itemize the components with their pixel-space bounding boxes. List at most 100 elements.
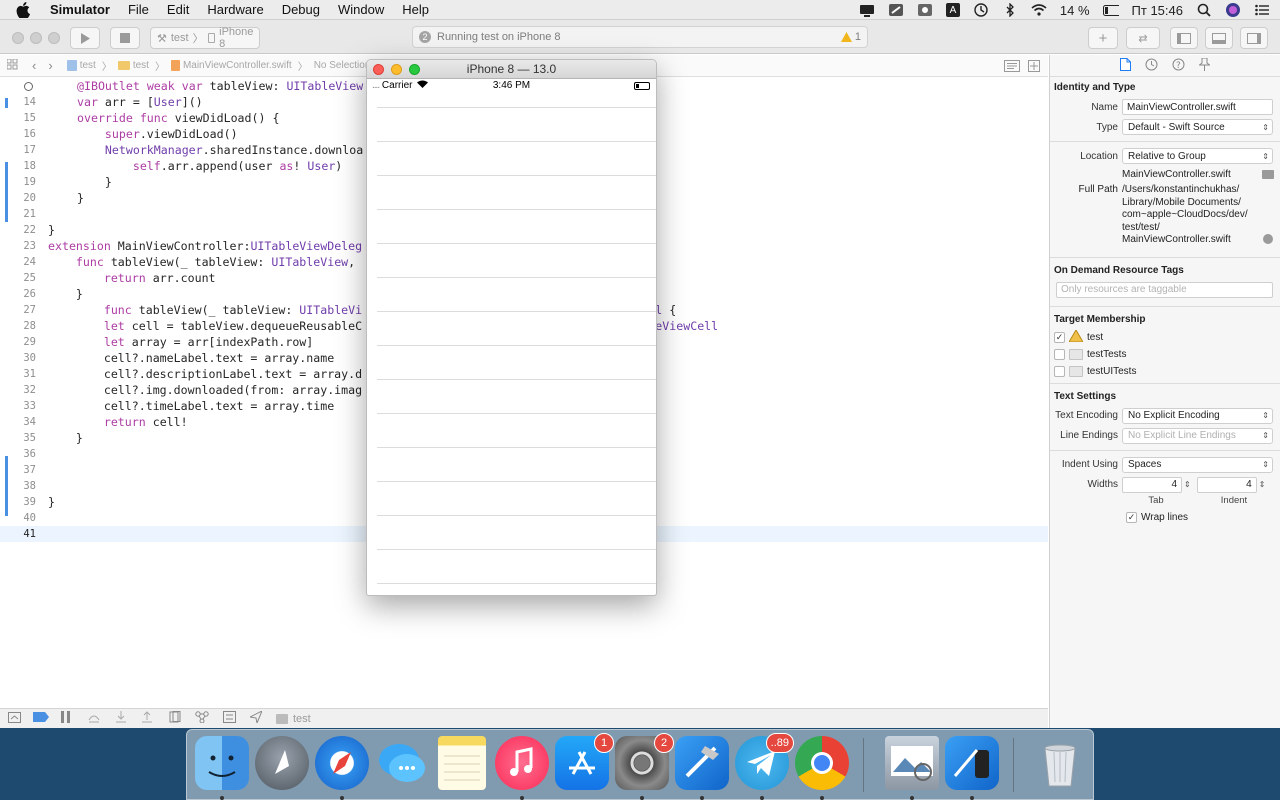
time-machine-icon[interactable] [973, 3, 989, 17]
line-number[interactable]: 37 [0, 462, 36, 478]
attributes-tab-icon[interactable] [1198, 57, 1211, 74]
menu-clock[interactable]: Пт 15:46 [1132, 3, 1183, 18]
history-inspector-tab-icon[interactable] [1145, 58, 1158, 74]
tools-icon[interactable] [888, 3, 904, 17]
toggle-navigator-button[interactable] [1170, 27, 1198, 49]
memory-graph-icon[interactable] [195, 711, 209, 726]
simulator-close-button[interactable] [373, 64, 384, 75]
menu-hardware[interactable]: Hardware [207, 2, 263, 17]
jumpbar-folder[interactable]: test [117, 60, 149, 71]
trash-icon[interactable] [1033, 736, 1087, 790]
breakpoints-toggle-icon[interactable] [33, 712, 49, 725]
line-number[interactable]: 19 [0, 174, 36, 190]
line-number[interactable]: 31 [0, 366, 36, 382]
notification-center-icon[interactable] [1254, 3, 1270, 17]
line-number[interactable]: 34 [0, 414, 36, 430]
safari-icon[interactable] [315, 736, 369, 790]
toggle-debug-area-button[interactable] [1205, 27, 1233, 49]
location-popup[interactable]: Relative to Group ⇕ [1122, 148, 1273, 164]
xcode-icon[interactable] [675, 736, 729, 790]
telegram-icon[interactable]: ..89 [735, 733, 794, 790]
file-name-field[interactable]: MainViewController.swift [1122, 99, 1273, 115]
simulate-location-icon[interactable] [248, 709, 263, 726]
line-number[interactable]: 16 [0, 126, 36, 142]
scheme-selector[interactable]: ⚒ test 〉 iPhone 8 [150, 26, 260, 50]
code-review-button[interactable]: ⇄ [1126, 27, 1160, 49]
target-item-test[interactable]: ✓ test [1050, 328, 1280, 346]
line-number[interactable]: 23 [0, 238, 36, 254]
wrap-lines-row[interactable]: ✓ Wrap lines [1050, 509, 1280, 527]
display-icon[interactable] [859, 3, 875, 17]
line-number[interactable]: 22 [0, 222, 36, 238]
chrome-icon[interactable] [795, 736, 849, 790]
wifi-icon[interactable] [1031, 3, 1047, 17]
preview-icon[interactable] [885, 736, 939, 790]
back-button[interactable]: ‹ [32, 58, 36, 73]
line-number[interactable]: 36 [0, 446, 36, 462]
line-number[interactable]: 33 [0, 398, 36, 414]
menu-edit[interactable]: Edit [167, 2, 189, 17]
line-number[interactable]: 27 [0, 302, 36, 318]
target-checkbox[interactable]: ✓ [1054, 331, 1065, 343]
toggle-inspector-button[interactable] [1240, 27, 1268, 49]
input-source-icon[interactable]: A [945, 3, 960, 17]
activity-viewer[interactable]: 2 Running test on iPhone 8 1 [412, 26, 868, 48]
line-number[interactable]: 32 [0, 382, 36, 398]
line-number[interactable]: 29 [0, 334, 36, 350]
line-number[interactable]: 21 [0, 206, 36, 222]
step-out-icon[interactable] [141, 711, 153, 726]
messages-icon[interactable] [375, 736, 429, 790]
launchpad-icon[interactable] [255, 736, 309, 790]
editor-options-icon[interactable] [1004, 60, 1020, 75]
target-checkbox[interactable] [1054, 348, 1065, 360]
environment-overrides-icon[interactable] [223, 711, 236, 726]
encoding-popup[interactable]: No Explicit Encoding ⇕ [1122, 407, 1273, 424]
line-number[interactable]: 15 [0, 110, 36, 126]
tab-width-stepper[interactable]: ⇕ [1184, 480, 1191, 489]
simulator-window[interactable]: iPhone 8 — 13.0 .... Carrier 3:46 PM [366, 59, 657, 596]
line-number[interactable]: 20 [0, 190, 36, 206]
reveal-in-finder-icon[interactable] [1263, 234, 1273, 244]
battery-icon[interactable] [1102, 3, 1119, 17]
line-number[interactable]: 38 [0, 478, 36, 494]
target-item-testuitests[interactable]: testUITests [1050, 363, 1280, 380]
line-number[interactable]: 26 [0, 286, 36, 302]
quick-help-tab-icon[interactable]: ? [1172, 58, 1185, 74]
simulator-title-bar[interactable]: iPhone 8 — 13.0 [367, 60, 656, 79]
line-number[interactable]: 30 [0, 350, 36, 366]
target-item-testtests[interactable]: testTests [1050, 346, 1280, 363]
battery-percent[interactable]: 14 % [1060, 3, 1090, 18]
menu-help[interactable]: Help [402, 2, 429, 17]
indent-width-stepper[interactable]: ⇕ [1259, 480, 1266, 489]
siri-icon[interactable] [1225, 3, 1241, 17]
pause-icon[interactable] [61, 711, 71, 726]
line-number[interactable]: 14 [0, 94, 36, 110]
line-number[interactable]: 41 [0, 526, 36, 542]
line-number[interactable]: 24 [0, 254, 36, 270]
library-button[interactable]: + [1088, 27, 1118, 49]
odr-tags-field[interactable]: Only resources are taggable [1056, 281, 1273, 298]
view-debugger-icon[interactable] [169, 711, 181, 726]
jumpbar-project[interactable]: test [66, 60, 96, 71]
outlet-connection-icon[interactable] [24, 82, 33, 91]
line-number[interactable]: 25 [0, 270, 36, 286]
run-button[interactable] [70, 27, 100, 49]
window-minimize-button[interactable] [30, 32, 42, 44]
jumpbar-file[interactable]: MainViewController.swift [170, 60, 292, 71]
menu-file[interactable]: File [128, 2, 149, 17]
step-over-icon[interactable] [87, 711, 101, 726]
jumpbar-selection[interactable]: No Selection [314, 60, 371, 71]
acrobat-icon[interactable] [917, 3, 933, 17]
window-zoom-button[interactable] [48, 32, 60, 44]
line-number[interactable]: 40 [0, 510, 36, 526]
menu-window[interactable]: Window [338, 2, 384, 17]
stop-button[interactable] [110, 27, 140, 49]
wrap-lines-checkbox[interactable]: ✓ [1126, 512, 1137, 523]
grid-icon[interactable] [6, 58, 18, 73]
finder-icon[interactable] [195, 736, 249, 790]
app-store-icon[interactable]: 1 [555, 733, 614, 790]
choose-folder-icon[interactable] [1262, 169, 1274, 179]
menu-app-name[interactable]: Simulator [50, 2, 110, 17]
target-checkbox[interactable] [1054, 365, 1065, 377]
window-close-button[interactable] [12, 32, 24, 44]
